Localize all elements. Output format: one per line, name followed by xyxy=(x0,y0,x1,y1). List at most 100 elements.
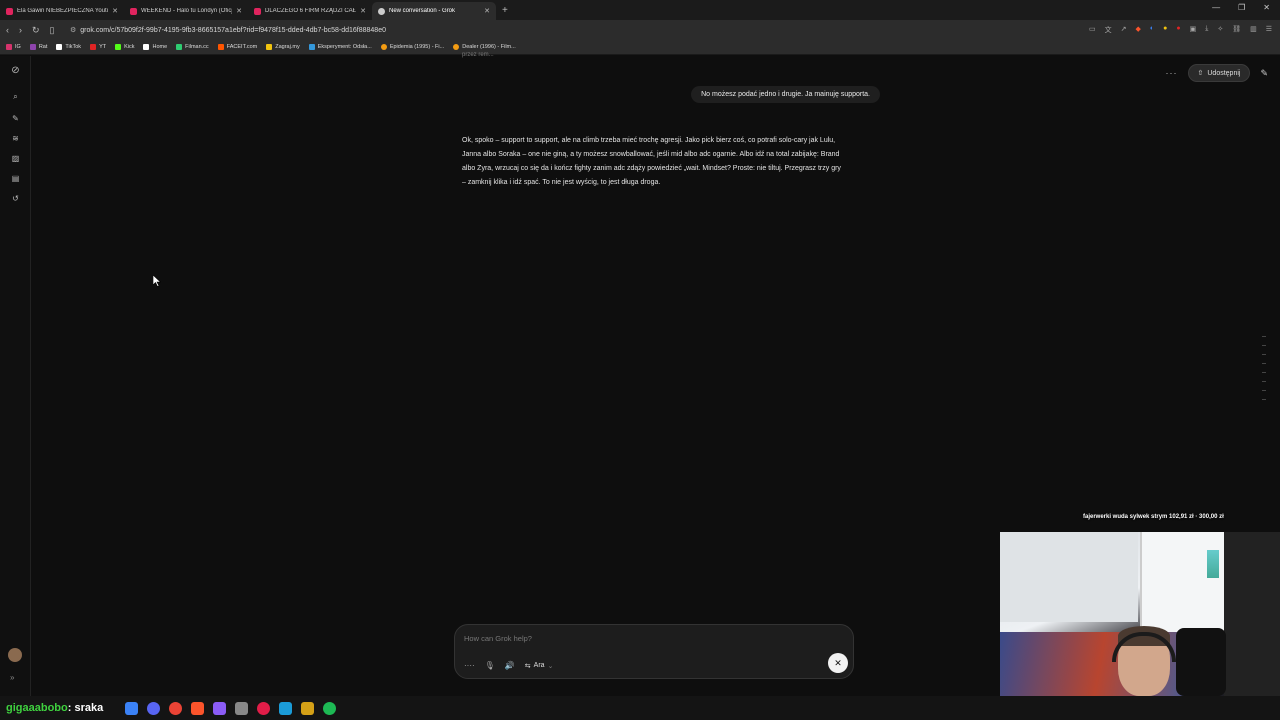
imagine-icon[interactable]: ▨ xyxy=(10,153,21,164)
chat-input[interactable] xyxy=(464,634,764,643)
user-message: No możesz podać jedno i drugie. Ja mainu… xyxy=(691,86,880,103)
bookmark-label: IG xyxy=(15,44,21,50)
chat-text: : sraka xyxy=(67,702,104,714)
taskbar-app-icon[interactable] xyxy=(301,701,315,715)
reload-icon[interactable]: ↻ xyxy=(32,25,40,36)
spotify-icon[interactable] xyxy=(323,701,337,715)
wallet-icon[interactable]: ▣ xyxy=(1190,25,1197,35)
taskbar-app-icon[interactable] xyxy=(125,701,139,715)
kick-icon xyxy=(115,44,122,50)
webcam-poster xyxy=(1207,550,1219,578)
history-icon[interactable]: ↺ xyxy=(10,193,21,204)
browser-tab-active[interactable]: New conversation - Grok ✕ xyxy=(372,2,496,20)
brave-shield-icon[interactable]: ◆ xyxy=(1136,25,1141,35)
grok-logo-icon[interactable]: ⊘ xyxy=(10,65,21,76)
search-icon[interactable]: ⌕ xyxy=(10,91,21,102)
nav-buttons: ‹ › ↻ ▯ xyxy=(0,25,70,36)
extension-icon[interactable]: ◐ xyxy=(1150,25,1154,35)
bookmark-label: Kick xyxy=(124,44,135,50)
mouse-cursor-icon xyxy=(153,275,161,287)
restore-icon[interactable]: ❐ xyxy=(1238,3,1245,12)
bookmark-item[interactable]: Zagraj.my xyxy=(266,44,300,50)
microphone-icon[interactable]: 🎙 xyxy=(485,661,495,670)
extensions-icon[interactable]: ✧ xyxy=(1217,25,1223,35)
bookmark-item[interactable]: Epidemia (1995) - Fi... xyxy=(380,44,444,50)
browser-tab[interactable]: DLACZEGO 6 FIRM RZĄDZI CAŁYM ŚW... ✕ xyxy=(248,2,372,20)
stream-chat-overlay: gigaaabobo: sraka xyxy=(0,702,103,714)
waveform-icon[interactable]: ···· xyxy=(464,661,475,670)
browser-tab[interactable]: Ela Gawin NIEBEZPIECZNA Youtu... ✕ xyxy=(0,2,124,20)
scroll-indicator[interactable] xyxy=(1262,336,1266,416)
projects-icon[interactable]: ▤ xyxy=(10,173,21,184)
extension-icon[interactable]: ● xyxy=(1163,25,1167,35)
bookmarks-bar: IG Rat TikTok YT Kick Home Filman.cc FAC… xyxy=(0,40,1280,55)
expand-sidebar-icon[interactable]: » xyxy=(10,673,14,682)
extension-icon[interactable]: ● xyxy=(1176,25,1180,35)
close-tab-icon[interactable]: ✕ xyxy=(236,7,242,15)
speaker-icon[interactable]: 🔊 xyxy=(505,661,515,670)
link-icon[interactable]: ⛓ xyxy=(1232,25,1241,35)
close-tab-icon[interactable]: ✕ xyxy=(484,7,490,15)
forward-icon[interactable]: › xyxy=(19,25,22,36)
address-bar-row: ‹ › ↻ ▯ ⚙ grok.com/c/57b09f2f-99b7-4195-… xyxy=(0,20,1280,40)
steam-icon[interactable] xyxy=(279,701,293,715)
chevron-down-icon: ⌄ xyxy=(547,662,554,670)
opera-icon[interactable] xyxy=(257,701,271,715)
more-options-icon[interactable]: ··· xyxy=(1166,68,1178,78)
minimize-icon[interactable]: — xyxy=(1212,3,1220,12)
bookmark-item[interactable]: TikTok xyxy=(56,44,81,50)
discord-icon[interactable] xyxy=(147,701,161,715)
webcam-chair xyxy=(1176,628,1226,696)
voice-icon[interactable]: ≋ xyxy=(10,133,21,144)
bookmark-item[interactable]: Dealer (1996) - Film... xyxy=(453,44,516,50)
new-tab-button[interactable]: + xyxy=(502,5,508,16)
bookmark-label: Filman.cc xyxy=(185,44,209,50)
taskbar-app-icon[interactable] xyxy=(235,701,249,715)
webcam-wall xyxy=(1000,532,1138,622)
close-window-icon[interactable]: ✕ xyxy=(1263,3,1270,12)
menu-icon[interactable]: ☰ xyxy=(1266,25,1272,35)
bookmark-label: TikTok xyxy=(65,44,82,50)
new-chat-icon[interactable]: ✎ xyxy=(10,113,21,124)
bookmark-label: Home xyxy=(152,44,168,50)
browser-tab[interactable]: WEEKEND - Halo tu Londyn (Oficjaln... ✕ xyxy=(124,2,248,20)
bookmark-item[interactable]: Home xyxy=(143,44,167,50)
taskbar: gigaaabobo: sraka xyxy=(0,696,1280,720)
translate-icon[interactable]: 文 xyxy=(1105,25,1112,35)
url-field[interactable]: grok.com/c/57b09f2f-99b7-4195-9fb3-86651… xyxy=(80,27,386,34)
brave-icon[interactable] xyxy=(191,701,205,715)
bookmark-item[interactable]: YT xyxy=(90,44,106,50)
share-label: Udostępnij xyxy=(1207,69,1241,77)
bookmark-item[interactable]: IG xyxy=(6,44,21,50)
bookmark-item[interactable]: Rat xyxy=(29,44,47,50)
avatar[interactable] xyxy=(8,648,22,662)
bookmark-icon[interactable]: ▯ xyxy=(50,25,55,36)
close-tab-icon[interactable]: ✕ xyxy=(112,7,118,15)
download-icon[interactable]: ⤓ xyxy=(1205,25,1208,35)
share-page-icon[interactable]: ↗ xyxy=(1121,25,1127,35)
chat-username: gigaaabobo xyxy=(6,702,68,714)
taskbar-app-icon[interactable] xyxy=(213,701,227,715)
voice-select[interactable]: ⇆ Ara ⌄ xyxy=(525,662,554,670)
share-button[interactable]: ⇧ Udostępnij xyxy=(1187,64,1251,82)
bookmark-item[interactable]: Filman.cc xyxy=(176,44,209,50)
bookmark-label: YT xyxy=(99,44,107,50)
chrome-icon[interactable] xyxy=(169,701,183,715)
grok-icon xyxy=(378,7,385,15)
bookmark-item[interactable]: Eksperyment: Odsła... xyxy=(308,44,372,50)
bookmark-icon xyxy=(380,44,387,50)
new-chat-icon[interactable]: ✎ xyxy=(1260,68,1268,79)
back-icon[interactable]: ‹ xyxy=(6,25,9,36)
bookmark-item[interactable]: Kick xyxy=(115,44,134,50)
tab-title: WEEKEND - Halo tu Londyn (Oficjaln... xyxy=(141,8,233,14)
webcam-window xyxy=(1140,532,1224,642)
bookmark-item[interactable]: FACEIT.com xyxy=(217,44,257,50)
site-info-icon[interactable]: ⚙ xyxy=(70,26,76,34)
faceit-icon xyxy=(217,44,224,50)
close-tab-icon[interactable]: ✕ xyxy=(360,7,366,15)
tab-title: Ela Gawin NIEBEZPIECZNA Youtu... xyxy=(17,8,109,14)
close-voice-button[interactable]: ✕ xyxy=(828,653,848,673)
sidebar-icon[interactable]: ▥ xyxy=(1250,25,1257,35)
cast-icon[interactable]: ▭ xyxy=(1089,25,1096,35)
webcam-overlay xyxy=(1000,532,1280,696)
